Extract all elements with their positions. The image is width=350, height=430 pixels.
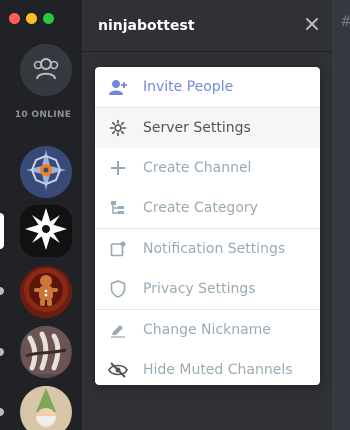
window-controls (9, 13, 54, 24)
create-channel-item[interactable]: Create Channel (95, 148, 320, 188)
server-icon[interactable] (20, 266, 72, 318)
channel-hash-icon: # (340, 14, 350, 30)
close-icon (305, 16, 319, 35)
privacy-settings-item[interactable]: Privacy Settings (95, 269, 320, 309)
server-name: ninjabottest (98, 17, 195, 34)
server-icon[interactable] (20, 326, 72, 378)
menu-item-label: Change Nickname (143, 322, 271, 338)
notification-icon (108, 239, 128, 259)
server-settings-item[interactable]: Server Settings (95, 108, 320, 148)
unread-indicator (0, 348, 4, 356)
friends-button[interactable] (20, 44, 72, 96)
notification-settings-item[interactable]: Notification Settings (95, 229, 320, 269)
selected-server-indicator (0, 213, 4, 249)
change-nickname-item[interactable]: Change Nickname (95, 310, 320, 350)
friends-icon (32, 55, 60, 85)
minimize-window-button[interactable] (26, 13, 37, 24)
hide-muted-channels-item[interactable]: Hide Muted Channels (95, 350, 320, 390)
menu-item-label: Invite People (143, 79, 234, 95)
create-category-item[interactable]: Create Category (95, 188, 320, 228)
close-window-button[interactable] (9, 13, 20, 24)
menu-item-label: Server Settings (143, 120, 251, 136)
gnome-icon (22, 386, 70, 430)
plus-icon (108, 158, 128, 178)
claws-icon (22, 326, 70, 378)
menu-item-label: Hide Muted Channels (143, 362, 293, 378)
server-dropdown-menu: Invite People Server Settings Create Cha… (95, 67, 320, 385)
menu-item-label: Create Category (143, 200, 258, 216)
gingerbread-icon (22, 266, 70, 318)
close-menu-button[interactable] (302, 15, 322, 35)
invite-people-item[interactable]: Invite People (95, 67, 320, 107)
category-icon (108, 198, 128, 218)
add-user-icon (108, 77, 128, 97)
menu-item-label: Notification Settings (143, 241, 286, 257)
maximize-window-button[interactable] (43, 13, 54, 24)
menu-item-label: Create Channel (143, 160, 252, 176)
unread-indicator (0, 287, 4, 295)
unread-indicator (0, 408, 4, 416)
chat-panel-edge: # (332, 0, 350, 430)
shuriken-orange-icon (24, 148, 68, 196)
online-count-label: 10 ONLINE (14, 110, 72, 120)
server-icon-selected[interactable] (20, 205, 72, 257)
gear-icon (108, 118, 128, 138)
server-icon[interactable] (20, 146, 72, 198)
shuriken-white-icon (23, 206, 69, 256)
server-icon[interactable] (20, 386, 72, 430)
pencil-icon (108, 320, 128, 340)
menu-item-label: Privacy Settings (143, 281, 256, 297)
server-rail: 10 ONLINE (0, 0, 82, 430)
shield-icon (108, 279, 128, 299)
server-header[interactable]: ninjabottest (82, 0, 332, 52)
eye-off-icon (108, 360, 128, 380)
